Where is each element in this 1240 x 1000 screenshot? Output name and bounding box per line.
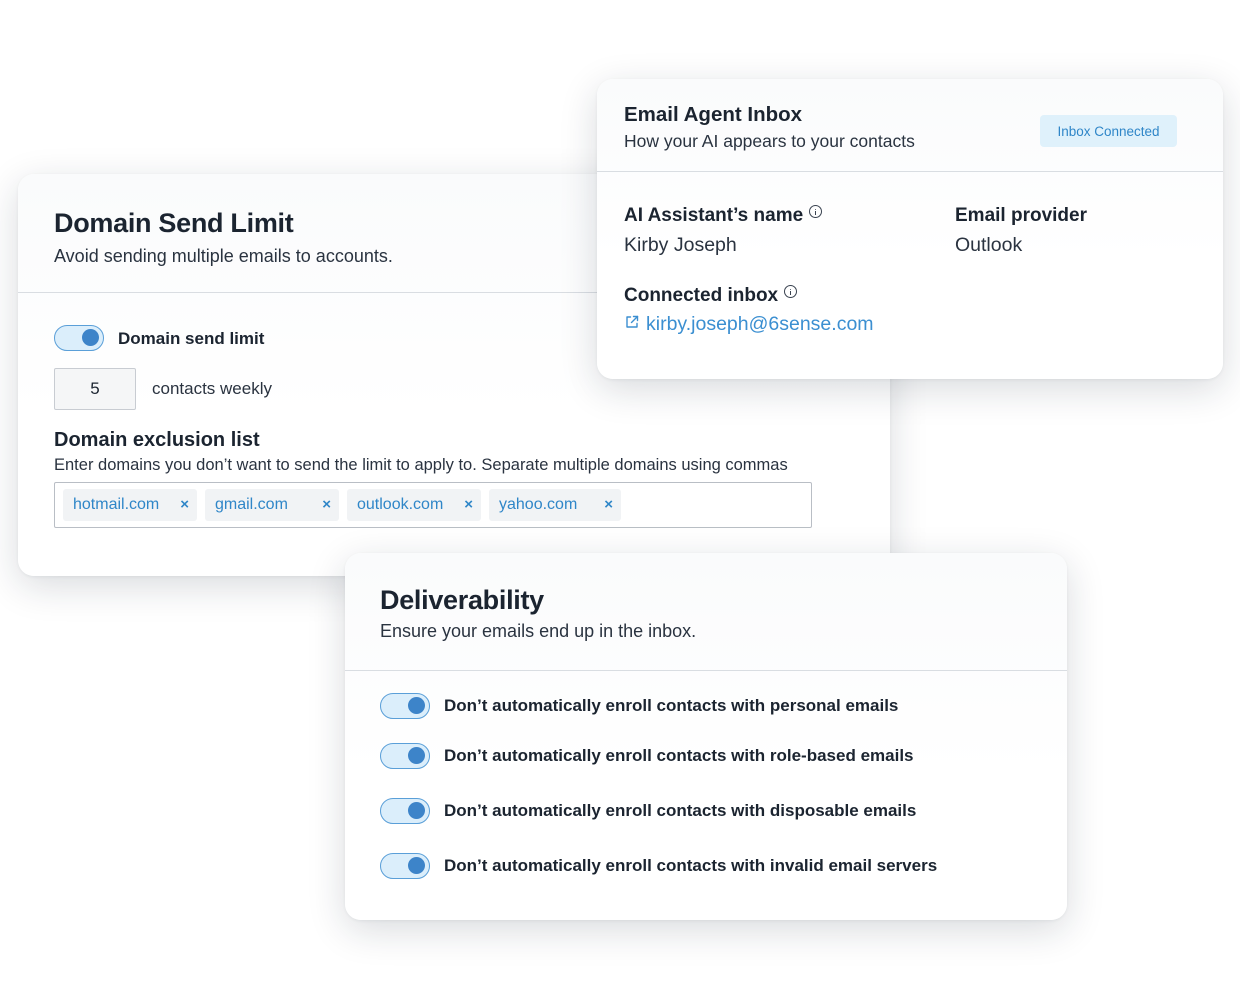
domain-tag-label: hotmail.com xyxy=(73,496,160,513)
role-based-emails-toggle[interactable] xyxy=(380,743,430,769)
domain-tag: yahoo.com × xyxy=(489,489,621,521)
divider xyxy=(597,171,1223,172)
domain-send-limit-title: Domain Send Limit xyxy=(54,208,294,238)
ai-assistant-name-label: AI Assistant’s name xyxy=(624,205,823,227)
connected-inbox-label: Connected inbox xyxy=(624,285,798,307)
email-agent-inbox-title: Email Agent Inbox xyxy=(624,103,803,126)
toggle-knob xyxy=(82,329,99,346)
divider xyxy=(345,670,1067,671)
limit-unit-label: contacts weekly xyxy=(152,379,272,398)
domain-tag-label: yahoo.com xyxy=(499,496,578,513)
connected-inbox-label-text: Connected inbox xyxy=(624,285,779,306)
email-provider-value: Outlook xyxy=(955,234,1023,256)
disposable-emails-label: Don’t automatically enroll contacts with… xyxy=(444,801,917,820)
domain-send-limit-toggle[interactable] xyxy=(54,325,104,351)
info-icon[interactable] xyxy=(784,285,798,299)
ai-assistant-name-value: Kirby Joseph xyxy=(624,234,737,256)
toggle-knob xyxy=(408,802,425,819)
toggle-knob xyxy=(408,747,425,764)
personal-emails-toggle[interactable] xyxy=(380,693,430,719)
domain-tag: outlook.com × xyxy=(347,489,481,521)
limit-count-input[interactable] xyxy=(54,368,136,410)
connected-inbox-row: kirby.joseph@6sense.com xyxy=(624,313,874,336)
domain-tag: gmail.com × xyxy=(205,489,339,521)
email-agent-inbox-card: Email Agent Inbox How your AI appears to… xyxy=(597,79,1223,379)
domain-tag-label: gmail.com xyxy=(215,496,288,513)
domain-tag: hotmail.com × xyxy=(63,489,197,521)
domain-exclusion-tag-input[interactable]: hotmail.com × gmail.com × outlook.com × … xyxy=(54,482,812,528)
deliverability-subtitle: Ensure your emails end up in the inbox. xyxy=(380,621,697,641)
deliverability-card: Deliverability Ensure your emails end up… xyxy=(345,553,1067,920)
connected-inbox-email-link[interactable]: kirby.joseph@6sense.com xyxy=(646,313,874,336)
role-based-emails-label: Don’t automatically enroll contacts with… xyxy=(444,746,914,765)
remove-tag-icon[interactable]: × xyxy=(322,496,331,513)
personal-emails-label: Don’t automatically enroll contacts with… xyxy=(444,696,899,715)
remove-tag-icon[interactable]: × xyxy=(604,496,613,513)
domain-send-limit-toggle-label: Domain send limit xyxy=(118,329,265,348)
ai-assistant-name-label-text: AI Assistant’s name xyxy=(624,205,804,226)
email-provider-label: Email provider xyxy=(955,205,1087,226)
domain-tag-label: outlook.com xyxy=(357,496,444,513)
toggle-knob xyxy=(408,857,425,874)
domain-exclusion-help-text: Enter domains you don’t want to send the… xyxy=(54,456,788,474)
external-link-icon xyxy=(626,315,639,328)
disposable-emails-toggle[interactable] xyxy=(380,798,430,824)
remove-tag-icon[interactable]: × xyxy=(180,496,189,513)
inbox-connected-badge: Inbox Connected xyxy=(1040,115,1177,147)
invalid-servers-label: Don’t automatically enroll contacts with… xyxy=(444,856,938,875)
domain-exclusion-title: Domain exclusion list xyxy=(54,429,260,451)
remove-tag-icon[interactable]: × xyxy=(464,496,473,513)
invalid-servers-toggle[interactable] xyxy=(380,853,430,879)
email-agent-inbox-subtitle: How your AI appears to your contacts xyxy=(624,131,915,151)
info-icon[interactable] xyxy=(809,205,823,219)
toggle-knob xyxy=(408,697,425,714)
domain-send-limit-subtitle: Avoid sending multiple emails to account… xyxy=(54,246,393,266)
deliverability-title: Deliverability xyxy=(380,585,544,615)
